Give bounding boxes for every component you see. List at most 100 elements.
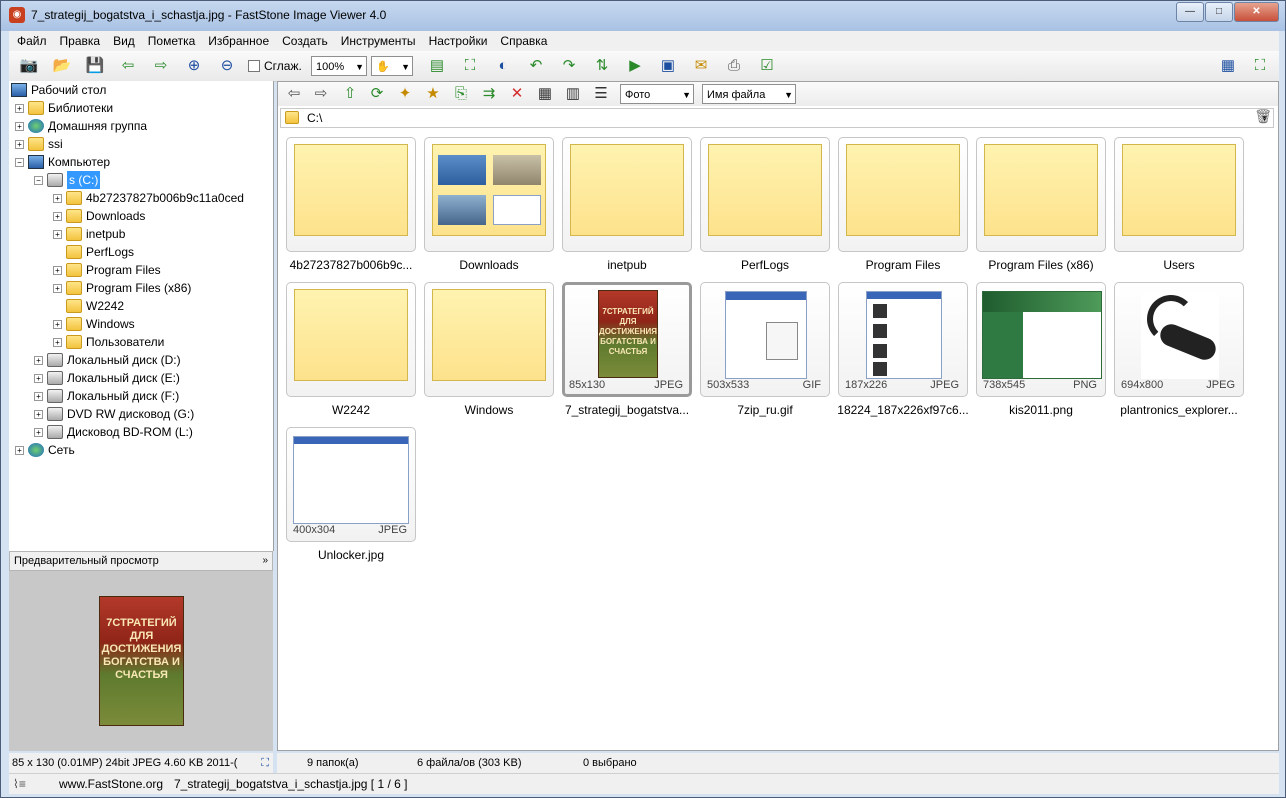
zoom-select[interactable]: 100% ▼ — [311, 56, 367, 76]
tree-folder[interactable]: W2242 — [53, 297, 124, 315]
rotate-right-icon[interactable]: ↷ — [559, 56, 579, 76]
crop-icon[interactable]: ⛶ — [460, 56, 480, 76]
image-thumb[interactable]: 503x533 GIF — [700, 282, 830, 397]
zoom-out-icon[interactable]: ⊖ — [217, 56, 237, 76]
tree-folder[interactable]: + Program Files — [53, 261, 161, 279]
collapse-icon[interactable]: − — [34, 175, 43, 185]
folder-thumb[interactable] — [976, 137, 1106, 252]
tree-item-drive-f[interactable]: + Локальный диск (F:) — [34, 387, 179, 405]
trash-icon[interactable]: 🗑 — [1254, 108, 1272, 125]
expand-icon[interactable]: + — [53, 283, 62, 293]
tree-item-drive-l[interactable]: + Дисковод BD-ROM (L:) — [34, 423, 193, 441]
folder-thumb[interactable] — [286, 282, 416, 397]
image-thumb[interactable]: 400x304 JPEG — [286, 427, 416, 542]
expand-icon[interactable]: + — [34, 373, 43, 383]
move-to-icon[interactable]: ⇉ — [479, 84, 499, 104]
expand-icon[interactable]: + — [15, 139, 24, 149]
expand-icon[interactable]: + — [34, 427, 43, 437]
expand-icon[interactable]: + — [34, 355, 43, 365]
batch-icon[interactable]: ▤ — [427, 56, 447, 76]
tree-item-homegroup[interactable]: + Домашняя группа — [15, 117, 147, 135]
folder-thumb[interactable] — [562, 137, 692, 252]
expand-icon[interactable]: + — [15, 445, 24, 455]
menu-help[interactable]: Справка — [492, 34, 552, 48]
wallpaper-icon[interactable]: ▣ — [658, 56, 678, 76]
maximize-button[interactable]: □ — [1205, 2, 1233, 22]
fullscreen-icon[interactable]: ⛶ — [1250, 56, 1270, 76]
open-folder-icon[interactable]: 📂 — [52, 56, 72, 76]
tree-item-ssi[interactable]: + ssi — [15, 135, 63, 153]
fit-icon[interactable]: ⛶ — [261, 753, 269, 773]
menu-favorites[interactable]: Избранное — [200, 34, 274, 48]
tree-item-libraries[interactable]: + Библиотеки — [15, 99, 113, 117]
tree-folder[interactable]: + inetpub — [53, 225, 125, 243]
menu-tools[interactable]: Инструменты — [333, 34, 421, 48]
expand-icon[interactable]: + — [53, 211, 62, 221]
tree-folder[interactable]: +4b27237827b006b9c11a0ced — [53, 189, 244, 207]
tree-item-computer[interactable]: − Компьютер — [15, 153, 110, 171]
folder-thumb[interactable] — [700, 137, 830, 252]
save-icon[interactable]: 💾 — [85, 56, 105, 76]
expand-icon[interactable]: + — [15, 103, 24, 113]
collapse-icon[interactable]: − — [15, 157, 24, 167]
expand-icon[interactable]: + — [53, 337, 62, 347]
chevron-collapse-icon[interactable]: » — [262, 552, 268, 570]
delete-icon[interactable]: ✕ — [507, 84, 527, 104]
layout-icon[interactable]: ▦ — [1218, 56, 1238, 76]
tree-item-drive-d[interactable]: + Локальный диск (D:) — [34, 351, 181, 369]
favorite-folder-icon[interactable]: ★ — [423, 84, 443, 104]
expand-icon[interactable]: + — [53, 229, 62, 239]
folder-thumb[interactable] — [838, 137, 968, 252]
folder-thumb[interactable] — [424, 282, 554, 397]
smooth-checkbox[interactable] — [248, 60, 260, 72]
expand-icon[interactable]: + — [15, 121, 24, 131]
preview-header[interactable]: Предварительный просмотр» — [9, 551, 273, 571]
menu-file[interactable]: Файл — [9, 34, 52, 48]
camera-icon[interactable]: 📷 — [19, 56, 39, 76]
zoom-in-icon[interactable]: ⊕ — [184, 56, 204, 76]
thumbnails-view-icon[interactable]: ▦ — [535, 84, 555, 104]
path-input[interactable]: C:\ ▼ — [280, 108, 1274, 128]
grid-view-icon[interactable]: ▥ — [563, 84, 583, 104]
list-view-icon[interactable]: ☰ — [591, 84, 611, 104]
image-thumb[interactable]: 694x800 JPEG — [1114, 282, 1244, 397]
hand-tool-select[interactable]: ✋ ▼ — [371, 56, 413, 76]
expand-icon[interactable]: + — [34, 391, 43, 401]
tree-folder[interactable]: + Program Files (x86) — [53, 279, 191, 297]
prev-icon[interactable]: ⇦ — [118, 56, 138, 76]
expand-icon[interactable]: + — [34, 409, 43, 419]
website-link[interactable]: www.FastStone.org — [59, 774, 163, 794]
flip-icon[interactable]: ⇅ — [592, 56, 612, 76]
image-thumb[interactable]: 738x545 PNG — [976, 282, 1106, 397]
menu-edit[interactable]: Правка — [52, 34, 106, 48]
image-thumb[interactable]: 187x226 JPEG — [838, 282, 968, 397]
new-folder-icon[interactable]: ✦ — [395, 84, 415, 104]
email-icon[interactable]: ✉ — [691, 56, 711, 76]
color-icon[interactable]: ◐ — [493, 56, 513, 76]
up-folder-icon[interactable]: ⇧ — [340, 84, 360, 104]
forward-icon[interactable]: ⇨ — [311, 84, 331, 104]
next-icon[interactable]: ⇨ — [151, 56, 171, 76]
folder-thumb[interactable] — [424, 137, 554, 252]
refresh-icon[interactable]: ⟳ — [367, 84, 387, 104]
tree-item-network[interactable]: + Сеть — [15, 441, 75, 459]
tree-folder[interactable]: + Пользователи — [53, 333, 164, 351]
menu-view[interactable]: Вид — [105, 34, 140, 48]
menu-create[interactable]: Создать — [274, 34, 333, 48]
tree-item-drive-g[interactable]: + DVD RW дисковод (G:) — [34, 405, 194, 423]
minimize-button[interactable]: — — [1176, 2, 1204, 22]
rotate-left-icon[interactable]: ↶ — [526, 56, 546, 76]
copy-to-icon[interactable]: ⎘ — [451, 84, 471, 104]
checklist-icon[interactable]: ☑ — [757, 56, 777, 76]
tree-folder[interactable]: PerfLogs — [53, 243, 134, 261]
folder-thumb[interactable] — [1114, 137, 1244, 252]
image-thumb-selected[interactable]: 7СТРАТЕГИЙ ДЛЯ ДОСТИЖЕНИЯ БОГАТСТВА И СЧ… — [562, 282, 692, 397]
tree-item-desktop[interactable]: Рабочий стол — [11, 81, 106, 99]
sort-select[interactable]: Имя файла ▼ — [702, 84, 796, 104]
tree-item-drive-c[interactable]: − s (C:) — [34, 171, 101, 189]
expand-icon[interactable]: + — [53, 193, 62, 203]
menu-tag[interactable]: Пометка — [140, 34, 201, 48]
expand-icon[interactable]: + — [53, 265, 62, 275]
print-icon[interactable]: ⎙ — [724, 56, 744, 76]
tree-folder[interactable]: + Windows — [53, 315, 135, 333]
